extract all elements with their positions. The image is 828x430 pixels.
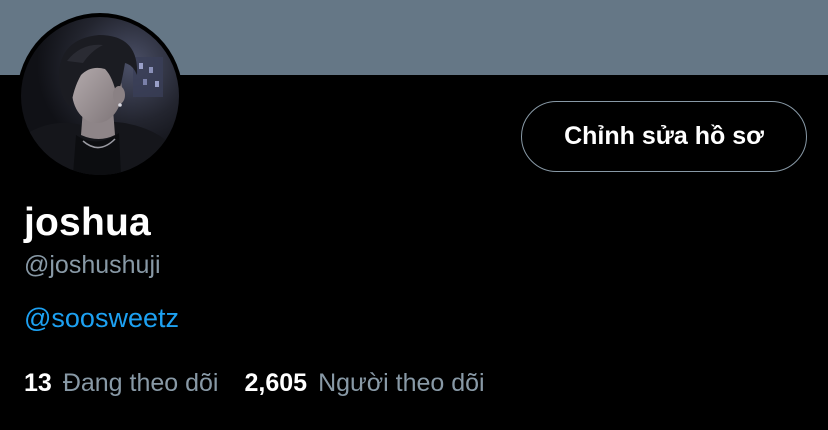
following-stat-link[interactable]: 13 Đang theo dõi [24, 368, 219, 398]
avatar[interactable] [17, 13, 183, 179]
profile-page: Chỉnh sửa hồ sơ joshua @joshushuji @soos… [0, 0, 828, 430]
profile-handle: @joshushuji [24, 251, 161, 279]
bio-mention-link[interactable]: @soosweetz [24, 302, 179, 334]
followers-label: Người theo dõi [318, 369, 485, 397]
following-label: Đang theo dõi [62, 369, 219, 397]
profile-stats: 13 Đang theo dõi 2,605 Người theo dõi [24, 368, 485, 398]
edit-profile-button[interactable]: Chỉnh sửa hồ sơ [521, 101, 807, 172]
profile-display-name: joshua [24, 201, 151, 244]
followers-stat-link[interactable]: 2,605 Người theo dõi [245, 368, 485, 398]
following-count: 13 [24, 369, 52, 397]
followers-count: 2,605 [244, 369, 308, 397]
avatar-photo [21, 17, 179, 175]
